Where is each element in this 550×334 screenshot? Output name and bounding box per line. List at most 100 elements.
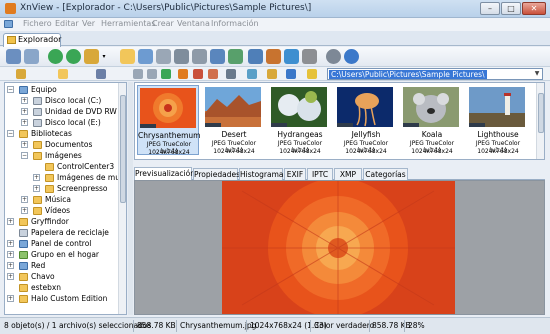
- expand-icon[interactable]: +: [7, 218, 14, 225]
- tab-exif[interactable]: EXIF: [284, 168, 306, 180]
- panel-splitter[interactable]: [128, 82, 133, 315]
- maximize-button[interactable]: □: [501, 2, 521, 15]
- expand-icon[interactable]: +: [33, 185, 40, 192]
- image-icon[interactable]: [228, 49, 243, 64]
- thumbnail-item[interactable]: Hydrangeas JPEG TrueColor (v1.1) 1024x76…: [269, 85, 331, 155]
- collapse-icon[interactable]: −: [21, 152, 28, 159]
- expand-icon[interactable]: +: [7, 251, 14, 258]
- thumbnail-item[interactable]: Koala JPEG TrueColor (v1.1) 1024x768x24: [401, 85, 463, 155]
- main-toolbar: ▾: [0, 47, 550, 67]
- back-icon[interactable]: [48, 49, 63, 64]
- close-button[interactable]: ✕: [522, 2, 546, 15]
- disk-icon[interactable]: [156, 49, 171, 64]
- address-bar[interactable]: C:\Users\Public\Pictures\Sample Pictures…: [327, 68, 543, 80]
- expand-icon[interactable]: +: [21, 141, 28, 148]
- tree-label: Disco local (C:): [45, 96, 102, 105]
- tree-label: estebxn: [31, 283, 62, 292]
- star-icon[interactable]: [307, 69, 317, 79]
- collapse-icon[interactable]: −: [7, 130, 14, 137]
- tab-propiedades[interactable]: Propiedades: [193, 168, 240, 180]
- expand-icon[interactable]: +: [21, 108, 28, 115]
- rename-icon[interactable]: [208, 69, 218, 79]
- info-icon[interactable]: [344, 49, 359, 64]
- tree-scrollbar[interactable]: [118, 83, 126, 314]
- collapse-icon[interactable]: −: [7, 86, 14, 93]
- folder-icon[interactable]: [120, 49, 135, 64]
- menu-ventana[interactable]: Ventana: [177, 19, 210, 28]
- tree-label: Documentos: [45, 140, 93, 149]
- expand-icon[interactable]: +: [21, 196, 28, 203]
- new-folder-icon[interactable]: [178, 69, 188, 79]
- menu-fichero[interactable]: Fichero: [23, 19, 52, 28]
- minimize-button[interactable]: –: [480, 2, 500, 15]
- expand-icon[interactable]: +: [33, 174, 40, 181]
- expand-icon[interactable]: +: [21, 119, 28, 126]
- chevron-down-icon[interactable]: ▼: [533, 70, 541, 78]
- tree-label: Disco local (E:): [45, 118, 101, 127]
- thumbnail-scrollbar-thumb[interactable]: [538, 93, 544, 133]
- thumbnail-item[interactable]: Lighthouse JPEG TrueColor (v1.1) 1024x76…: [467, 85, 529, 155]
- thumbnail-image: [469, 87, 525, 127]
- expand-icon[interactable]: +: [21, 97, 28, 104]
- expand-icon[interactable]: +: [7, 262, 14, 269]
- fullscreen-icon[interactable]: [24, 49, 39, 64]
- categories-icon[interactable]: [96, 69, 106, 79]
- expand-icon[interactable]: +: [7, 295, 14, 302]
- homegroup-icon: [19, 251, 28, 259]
- view-mode-icon[interactable]: [226, 69, 236, 79]
- scan-icon[interactable]: [174, 49, 189, 64]
- tab-iptc[interactable]: IPTC: [307, 168, 333, 180]
- thumbnail-dims: 1024x768x24: [477, 148, 519, 155]
- status-color: Color verdadero: [314, 321, 375, 330]
- menu-editar[interactable]: Editar: [55, 19, 79, 28]
- expand-icon[interactable]: +: [7, 273, 14, 280]
- folder-icon: [19, 295, 28, 303]
- menu-herramientas[interactable]: Herramientas: [101, 19, 156, 28]
- browser-icon[interactable]: [6, 49, 21, 64]
- arrow-up-icon[interactable]: [161, 69, 171, 79]
- refresh-icon[interactable]: [286, 69, 296, 79]
- thumbnail-item[interactable]: Desert JPEG TrueColor (v1.1) 1024x768x24: [203, 85, 265, 155]
- menu-crear[interactable]: Crear: [152, 19, 174, 28]
- thumbnail-image: [403, 87, 459, 127]
- expand-icon[interactable]: +: [7, 240, 14, 247]
- thumbnail-item[interactable]: Jellyfish JPEG TrueColor (v1.1) 1024x768…: [335, 85, 397, 155]
- screen-icon[interactable]: [248, 49, 263, 64]
- save-icon[interactable]: [138, 49, 153, 64]
- filter-icon[interactable]: [267, 69, 277, 79]
- tab-histograma[interactable]: Histograma: [239, 168, 284, 180]
- window-menu-icon[interactable]: [4, 20, 13, 28]
- forward-icon[interactable]: [66, 49, 81, 64]
- folders-icon[interactable]: [16, 69, 26, 79]
- tree-scrollbar-thumb[interactable]: [120, 95, 126, 203]
- expand-icon[interactable]: +: [21, 207, 28, 214]
- gear-icon[interactable]: [326, 49, 341, 64]
- arrow-left-icon[interactable]: [133, 69, 143, 79]
- slideshow-icon[interactable]: [210, 49, 225, 64]
- open-folder-icon[interactable]: [84, 49, 99, 64]
- pictures-icon: [33, 152, 42, 160]
- arrow-right-icon[interactable]: [147, 69, 157, 79]
- thumbnail-scrollbar[interactable]: [536, 83, 544, 159]
- title-bar: XnView - [Explorador - C:\Users\Public\P…: [0, 0, 550, 18]
- tab-xmp[interactable]: XMP: [334, 168, 362, 180]
- menu-informacion[interactable]: Información: [211, 19, 259, 28]
- tab-categorias[interactable]: Categorías: [363, 168, 408, 180]
- tree-label: Grupo en el hogar: [31, 250, 99, 259]
- grid-icon[interactable]: [302, 49, 317, 64]
- delete-icon[interactable]: [193, 69, 203, 79]
- address-path[interactable]: C:\Users\Public\Pictures\Sample Pictures…: [329, 70, 487, 79]
- sort-icon[interactable]: [247, 69, 257, 79]
- menu-ver[interactable]: Ver: [82, 19, 95, 28]
- tree-label: Bibliotecas: [31, 129, 72, 138]
- chevron-down-icon[interactable]: ▾: [100, 49, 108, 64]
- capture-icon[interactable]: [266, 49, 281, 64]
- print-icon[interactable]: [192, 49, 207, 64]
- status-zoom: 28%: [408, 321, 425, 330]
- tab-explorador[interactable]: Explorador: [3, 33, 61, 47]
- tree-label: Halo Custom Edition: [31, 294, 108, 303]
- tab-previsualizacion[interactable]: Previsualización: [134, 167, 195, 180]
- thumbnail-item[interactable]: Chrysanthemum JPEG TrueColor (v1.1) 1024…: [137, 85, 200, 156]
- favorites-icon[interactable]: [58, 69, 68, 79]
- web-icon[interactable]: [284, 49, 299, 64]
